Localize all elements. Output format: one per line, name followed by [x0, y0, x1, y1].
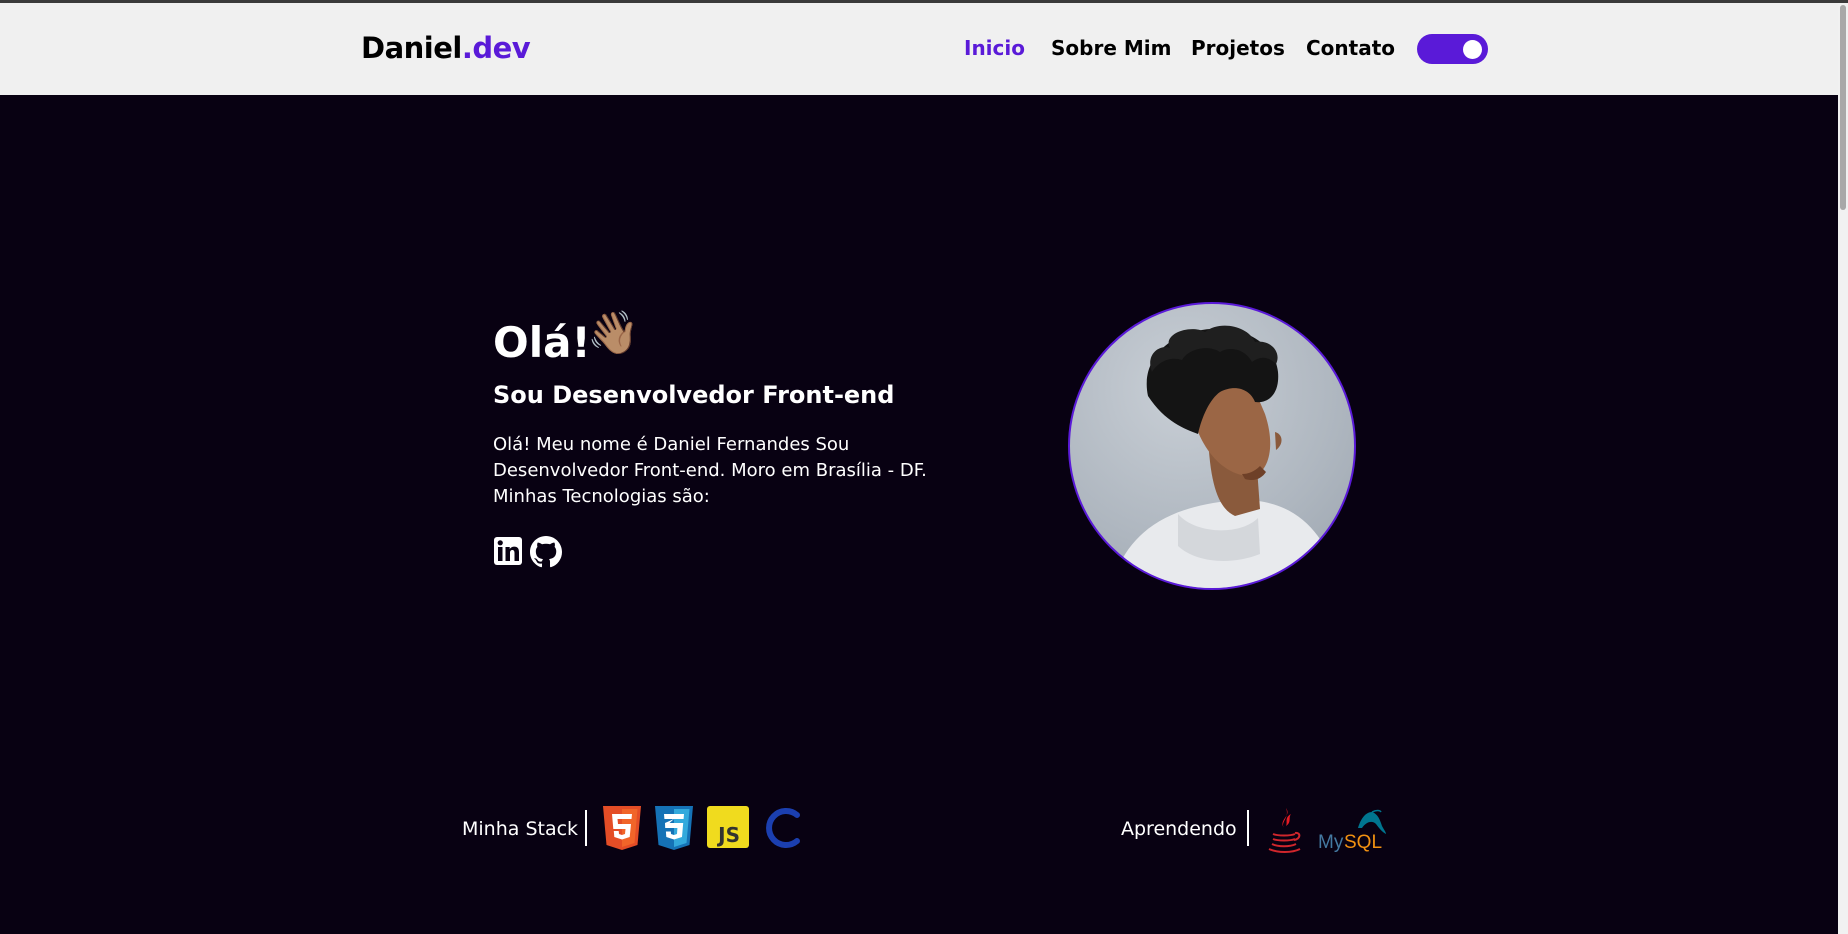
nav-link-inicio[interactable]: Inicio	[964, 36, 1025, 60]
java-icon	[1264, 806, 1304, 858]
mysql-icon: My SQL	[1316, 806, 1388, 858]
theme-toggle[interactable]	[1417, 34, 1488, 64]
hero-bio: Olá! Meu nome é Daniel Fernandes Sou Des…	[493, 434, 927, 507]
site-logo[interactable]: Daniel.dev	[361, 31, 531, 65]
logo-main: Daniel	[361, 31, 462, 65]
hero-subtitle: Sou Desenvolvedor Front-end	[493, 381, 895, 409]
nav-link-sobre-mim[interactable]: Sobre Mim	[1051, 36, 1171, 60]
mysql-sql-text: SQL	[1344, 832, 1382, 853]
stack-divider	[585, 810, 587, 846]
theme-toggle-knob	[1463, 40, 1482, 59]
css3-icon	[655, 806, 693, 854]
site-header: Daniel.dev Inicio Sobre Mim Projetos Con…	[0, 3, 1838, 95]
scrollbar-thumb[interactable]	[1840, 5, 1846, 210]
linkedin-icon[interactable]	[493, 536, 523, 570]
logo-accent: .dev	[461, 31, 531, 65]
mysql-my-text: My	[1318, 832, 1344, 853]
page-scrollbar[interactable]	[1838, 3, 1848, 934]
html5-icon	[603, 806, 641, 854]
javascript-icon-text: JS	[716, 823, 740, 847]
hero-greeting: Olá!	[493, 318, 591, 367]
github-icon[interactable]	[530, 536, 562, 572]
profile-photo	[1068, 302, 1356, 590]
nav-link-projetos[interactable]: Projetos	[1191, 36, 1285, 60]
c-icon	[764, 806, 804, 854]
nav-link-contato[interactable]: Contato	[1306, 36, 1395, 60]
learning-divider	[1247, 810, 1249, 846]
waving-hand-icon: 👋🏽	[587, 308, 640, 357]
learning-label: Aprendendo	[1121, 818, 1237, 840]
stack-label: Minha Stack	[462, 818, 579, 840]
javascript-icon: JS	[707, 806, 749, 852]
